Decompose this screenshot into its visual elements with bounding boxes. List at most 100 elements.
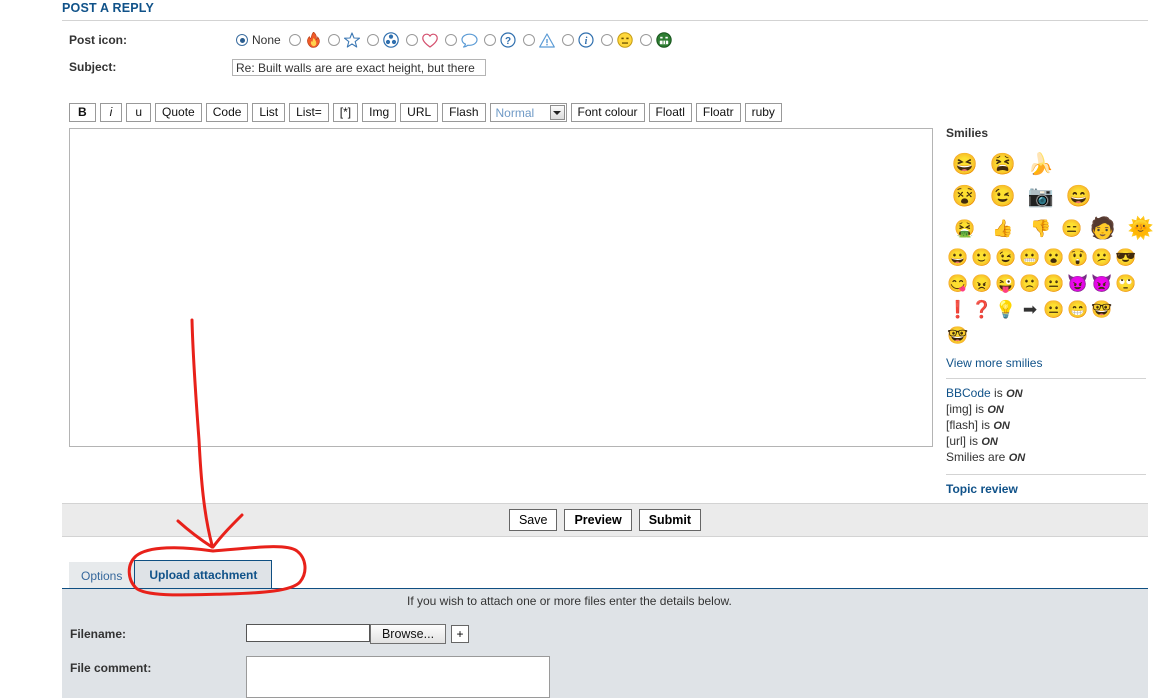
smiley-row: 😵 😉 📷 😄: [946, 180, 1146, 212]
post-icon-radio-star[interactable]: [327, 34, 340, 46]
bbcode-list-ordered-button[interactable]: List=: [289, 103, 329, 122]
smiley-thumbs-up[interactable]: 👍: [984, 216, 1022, 240]
post-icon-radio-yellow-smiley[interactable]: [600, 34, 613, 46]
smiley-neutral[interactable]: 😐: [1042, 271, 1066, 295]
smiley-afro[interactable]: 🧑: [1084, 216, 1122, 240]
post-icon-radio-group[interactable]: None ? i: [232, 31, 675, 49]
smiley-happy-hands[interactable]: 😄: [1060, 184, 1098, 208]
fire-icon[interactable]: [305, 32, 322, 49]
preview-button[interactable]: Preview: [564, 509, 632, 531]
chevron-down-icon[interactable]: [549, 105, 565, 120]
message-textarea[interactable]: [69, 128, 933, 447]
smiley-razz[interactable]: 😜: [994, 271, 1018, 295]
star-icon[interactable]: [344, 32, 361, 49]
post-icon-radio-heart[interactable]: [405, 34, 418, 46]
bbcode-bold-button[interactable]: B: [69, 103, 96, 122]
smiley-mrgreen[interactable]: 😁: [1066, 297, 1090, 321]
smiley-mad[interactable]: 😠: [970, 271, 994, 295]
smiley-surprised[interactable]: 😮: [1042, 245, 1066, 269]
filename-input[interactable]: [246, 624, 370, 642]
topic-review-link[interactable]: Topic review: [946, 482, 1018, 496]
smiley-rolleyes[interactable]: 🙄: [1114, 271, 1138, 295]
smiley-sun[interactable]: 🌞: [1122, 216, 1160, 240]
smilies-grid[interactable]: 😆 😫 🍌 😵 😉 📷 😄 🤮 👍 👎 😑 🧑 🌞 😀 🙂 😉 😬 😮 😲 😕 …: [946, 148, 1154, 348]
subject-input[interactable]: [232, 59, 486, 76]
smiley-camera[interactable]: 📷: [1022, 184, 1060, 208]
smiley-girl-shout[interactable]: 😵: [946, 184, 984, 208]
browse-button[interactable]: Browse...: [370, 624, 446, 644]
bbcode-floatr-button[interactable]: Floatr: [695, 103, 741, 122]
post-icon-radio-none[interactable]: [236, 34, 248, 46]
smiley-twisted[interactable]: 👿: [1090, 271, 1114, 295]
smiley-exclaim[interactable]: ❗: [946, 297, 970, 321]
bbcode-quote-button[interactable]: Quote: [155, 103, 202, 122]
status-state: ON: [993, 420, 1010, 432]
bbcode-code-button[interactable]: Code: [205, 103, 249, 122]
smiley-flat[interactable]: 😑: [1060, 216, 1084, 240]
radiation-icon[interactable]: [383, 32, 400, 49]
bbcode-italic-button[interactable]: i: [99, 103, 123, 122]
yellow-smiley-icon[interactable]: [617, 32, 634, 49]
tab-options[interactable]: Options: [69, 562, 135, 589]
smiley-ugeek[interactable]: 🤓: [946, 323, 970, 347]
bbcode-underline-button[interactable]: u: [126, 103, 152, 122]
smiley-banana-dance[interactable]: 🍌: [1022, 152, 1060, 176]
smiley-idea[interactable]: 💡: [994, 297, 1018, 321]
post-icon-none-label: None: [252, 33, 281, 47]
font-size-select[interactable]: Normal: [489, 103, 567, 122]
file-comment-input[interactable]: [246, 656, 550, 698]
speech-bubble-icon[interactable]: [461, 32, 478, 49]
bbcode-link[interactable]: BBCode: [946, 386, 991, 400]
bbcode-image-button[interactable]: Img: [362, 103, 397, 122]
bbcode-font-colour-button[interactable]: Font colour: [570, 103, 645, 122]
add-file-button[interactable]: +: [451, 625, 469, 643]
smiley-arrow[interactable]: ➡: [1018, 297, 1042, 321]
smiley-tongue[interactable]: 😋: [946, 271, 970, 295]
heart-icon[interactable]: [422, 32, 439, 49]
status-state: ON: [981, 436, 998, 448]
post-icon-radio-speech-bubble[interactable]: [444, 34, 457, 46]
smiley-wink2[interactable]: 😉: [994, 245, 1018, 269]
post-icon-radio-radiation[interactable]: [366, 34, 379, 46]
smiley-wink[interactable]: 😉: [984, 184, 1022, 208]
post-icon-radio-green-smiley[interactable]: [639, 34, 652, 46]
smiley-shocked[interactable]: 😲: [1066, 245, 1090, 269]
smiley-shout-stars[interactable]: 😫: [984, 152, 1022, 176]
smiley-puke[interactable]: 🤮: [946, 216, 984, 240]
bbcode-list-button[interactable]: List: [252, 103, 286, 122]
smiley-geek[interactable]: 🤓: [1090, 297, 1114, 321]
warning-triangle-icon[interactable]: [539, 32, 556, 49]
post-icon-radio-question[interactable]: [483, 34, 496, 46]
smiley-smile[interactable]: 🙂: [970, 245, 994, 269]
bbcode-floatl-button[interactable]: Floatl: [648, 103, 692, 122]
smiley-neutral2[interactable]: 😐: [1042, 297, 1066, 321]
post-icon-radio-fire[interactable]: [288, 34, 301, 46]
smiley-grin[interactable]: 😀: [946, 245, 970, 269]
green-smiley-icon[interactable]: [656, 32, 673, 49]
bbcode-list-item-button[interactable]: [*]: [332, 103, 359, 122]
tab-upload-attachment[interactable]: Upload attachment: [134, 560, 273, 589]
view-more-smilies-link[interactable]: View more smilies: [946, 356, 1042, 370]
smiley-row: 😋 😠 😜 🙁 😐 😈 👿 🙄: [946, 270, 1146, 296]
post-icon-radio-info[interactable]: [561, 34, 574, 46]
bbcode-flash-button[interactable]: Flash: [442, 103, 486, 122]
smilies-divider: [946, 378, 1146, 379]
bbcode-ruby-button[interactable]: ruby: [744, 103, 782, 122]
smiley-laugh-hands[interactable]: 😆: [946, 152, 984, 176]
font-size-select-value: Normal: [495, 105, 535, 120]
smiley-cool[interactable]: 😎: [1114, 245, 1138, 269]
info-icon[interactable]: i: [578, 32, 595, 49]
smiley-teeth[interactable]: 😬: [1018, 245, 1042, 269]
bbcode-toolbar[interactable]: B i u Quote Code List List= [*] Img URL …: [69, 103, 782, 122]
submit-button[interactable]: Submit: [638, 509, 702, 531]
smiley-confused[interactable]: 😕: [1090, 245, 1114, 269]
smiley-thumbs-down[interactable]: 👎: [1022, 216, 1060, 240]
smiley-sad[interactable]: 🙁: [1018, 271, 1042, 295]
question-mark-icon[interactable]: ?: [500, 32, 517, 49]
smiley-question[interactable]: ❓: [970, 297, 994, 321]
post-icon-radio-warning[interactable]: [522, 34, 535, 46]
save-button[interactable]: Save: [508, 509, 558, 531]
bbcode-url-button[interactable]: URL: [400, 103, 439, 122]
status-code: [img]: [946, 402, 973, 416]
smiley-evil[interactable]: 😈: [1066, 271, 1090, 295]
